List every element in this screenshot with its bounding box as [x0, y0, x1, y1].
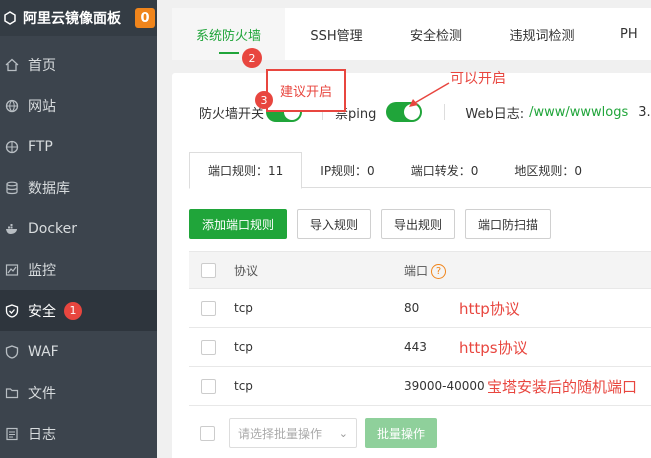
- row-checkbox[interactable]: [201, 339, 216, 355]
- tab-php[interactable]: PH: [600, 8, 651, 60]
- cell-port: 80: [404, 301, 420, 315]
- sidebar-nav: 首页 网站 FTP 数据库 Docker 监控 安全 1 WAF 文件 日志: [0, 44, 157, 454]
- sidebar-item-label: FTP: [28, 138, 53, 155]
- subtab-ip-rules[interactable]: IP规则：0: [302, 152, 392, 188]
- batch-operation-select[interactable]: 请选择批量操作 ⌄: [229, 418, 357, 448]
- subtab-port-forward[interactable]: 端口转发：0: [393, 152, 497, 188]
- tab-label: SSH管理: [310, 28, 363, 44]
- docker-icon: [4, 221, 20, 237]
- tab-label: 系统防火墙: [195, 28, 261, 44]
- sidebar: 阿里云镜像面板 0 首页 网站 FTP 数据库 Docker 监控 安全 1 W…: [0, 0, 157, 458]
- tab-system-firewall[interactable]: 系统防火墙 2: [172, 8, 285, 68]
- tab-security-check[interactable]: 安全检测: [388, 8, 484, 60]
- sidebar-item-label: 首页: [28, 57, 56, 74]
- footer-select-all-checkbox[interactable]: [200, 425, 215, 441]
- home-icon: [4, 57, 20, 73]
- can-enable-annotation: 可以开启: [450, 71, 506, 87]
- cell-port: 39000-40000: [404, 379, 485, 393]
- brand-name: 阿里云镜像面板: [23, 11, 121, 27]
- row-annotation: https协议: [459, 338, 528, 357]
- folder-icon: [4, 385, 20, 401]
- tab-label: PH: [620, 26, 638, 42]
- log-icon: [4, 426, 20, 442]
- sidebar-item-website[interactable]: 网站: [0, 85, 157, 126]
- active-tab-indicator: [218, 52, 239, 54]
- firewall-switch-label: 防火墙开关: [199, 106, 265, 122]
- column-header-port: 端口?: [404, 262, 447, 279]
- step-badge-2: 2: [242, 48, 262, 68]
- tab-ssh-management[interactable]: SSH管理: [285, 8, 388, 60]
- message-count-badge[interactable]: 0: [135, 8, 155, 28]
- sidebar-item-label: Docker: [28, 220, 78, 237]
- sidebar-item-monitor[interactable]: 监控: [0, 249, 157, 290]
- weblog-size: 3.0: [638, 104, 651, 120]
- table-row: tcp 39000-40000 宝塔安装后的随机端口: [189, 367, 651, 406]
- shield-icon: [4, 303, 20, 319]
- weblog-path-link[interactable]: /www/wwwlogs: [529, 105, 628, 120]
- import-rule-button[interactable]: 导入规则: [297, 209, 372, 239]
- step-badge-1: 1: [64, 301, 82, 320]
- monitor-icon: [4, 262, 20, 278]
- ftp-icon: [4, 139, 20, 155]
- sidebar-item-home[interactable]: 首页: [0, 44, 157, 85]
- table-row: tcp 80 http协议: [189, 289, 651, 328]
- port-anti-scan-button[interactable]: 端口防扫描: [465, 209, 552, 239]
- sidebar-item-logs[interactable]: 日志: [0, 413, 157, 454]
- rule-subtabs: 端口规则：11 IP规则：0 端口转发：0 地区规则：0: [189, 152, 651, 189]
- help-icon[interactable]: ?: [431, 263, 447, 279]
- cell-protocol: tcp: [234, 301, 253, 315]
- add-port-rule-button[interactable]: 添加端口规则: [189, 209, 288, 239]
- sidebar-item-waf[interactable]: WAF: [0, 331, 157, 372]
- sidebar-item-label: 文件: [28, 385, 56, 402]
- suggestion-text: 建议开启: [280, 85, 333, 100]
- brand-header: 阿里云镜像面板 0: [0, 0, 157, 36]
- chevron-down-icon: ⌄: [338, 427, 348, 440]
- row-annotation: http协议: [459, 299, 520, 318]
- table-row: tcp 443 https协议: [189, 328, 651, 367]
- sidebar-item-docker[interactable]: Docker: [0, 208, 157, 249]
- subtab-region-rules[interactable]: 地区规则：0: [496, 152, 600, 188]
- annotation-arrow-icon: [409, 82, 450, 107]
- column-header-protocol: 协议: [234, 263, 259, 278]
- export-rule-button[interactable]: 导出规则: [381, 209, 456, 239]
- action-buttons: 添加端口规则 导入规则 导出规则 端口防扫描: [189, 209, 552, 239]
- sidebar-item-label: WAF: [28, 343, 59, 360]
- panel-logo-icon: [3, 11, 17, 25]
- tab-violation-words[interactable]: 违规词检测: [484, 8, 600, 60]
- sidebar-item-label: 网站: [28, 98, 56, 115]
- cell-protocol: tcp: [234, 340, 253, 354]
- row-checkbox[interactable]: [201, 300, 216, 316]
- select-all-checkbox[interactable]: [201, 262, 216, 278]
- sidebar-item-label: 监控: [28, 262, 56, 279]
- globe-icon: [4, 98, 20, 114]
- step-badge-3: 3: [255, 91, 273, 109]
- sidebar-item-label: 安全: [28, 303, 56, 320]
- sidebar-item-security[interactable]: 安全 1: [0, 290, 157, 331]
- cell-protocol: tcp: [234, 379, 253, 393]
- database-icon: [4, 180, 20, 196]
- sidebar-item-files[interactable]: 文件: [0, 372, 157, 413]
- cell-port: 443: [404, 340, 427, 354]
- sidebar-item-database[interactable]: 数据库: [0, 167, 157, 208]
- row-checkbox[interactable]: [201, 378, 216, 394]
- suggestion-annotation: 建议开启: [266, 69, 346, 112]
- batch-operation-button[interactable]: 批量操作: [365, 418, 438, 448]
- waf-icon: [4, 344, 20, 360]
- tab-label: 安全检测: [409, 28, 462, 44]
- tab-label: 违规词检测: [509, 28, 575, 44]
- subtab-port-rules[interactable]: 端口规则：11: [189, 152, 303, 189]
- security-tabs: 系统防火墙 2 SSH管理 安全检测 违规词检测 PH: [172, 8, 651, 68]
- sidebar-item-ftp[interactable]: FTP: [0, 126, 157, 167]
- weblog-label: Web日志:: [465, 106, 525, 122]
- column-header-port-label: 端口: [404, 263, 429, 278]
- table-header: 协议 端口?: [189, 251, 651, 289]
- port-rules-table: 协议 端口? tcp 80 http协议 tcp 443 https协议 tcp…: [189, 251, 651, 406]
- row-annotation: 宝塔安装后的随机端口: [487, 377, 638, 396]
- select-placeholder: 请选择批量操作: [238, 426, 323, 441]
- sidebar-item-label: 数据库: [28, 180, 70, 197]
- sidebar-item-label: 日志: [28, 426, 56, 443]
- batch-operations: 请选择批量操作 ⌄ 批量操作: [200, 418, 438, 448]
